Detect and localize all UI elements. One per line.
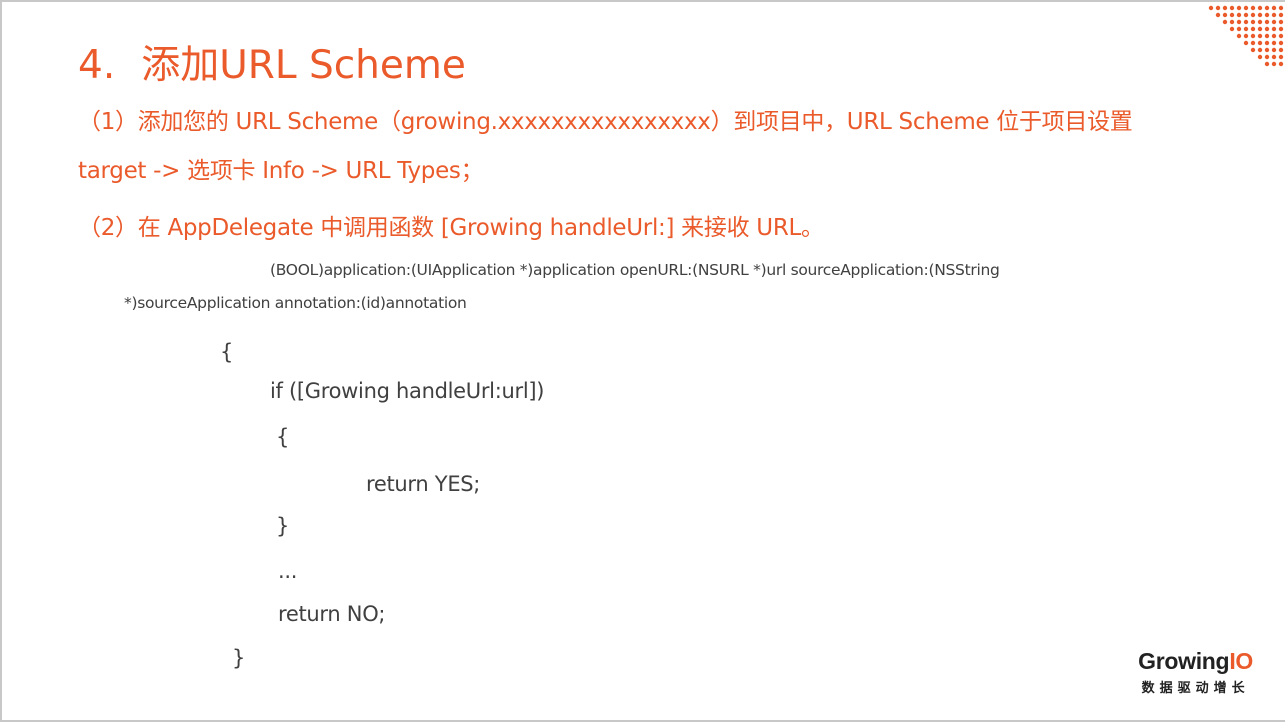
code-line-6: return YES; bbox=[366, 472, 481, 496]
code-line-10: } bbox=[232, 646, 246, 670]
decoration-dot bbox=[1257, 33, 1263, 39]
decoration-dot bbox=[1271, 61, 1277, 67]
decoration-dot bbox=[1257, 40, 1263, 46]
decoration-dot bbox=[1236, 12, 1242, 18]
decoration-dot bbox=[1264, 61, 1270, 67]
decoration-dot bbox=[1222, 5, 1228, 11]
decoration-dot bbox=[1250, 12, 1256, 18]
step1-line2: target -> 选项卡 Info -> URL Types； bbox=[78, 158, 484, 184]
decoration-dot bbox=[1236, 33, 1242, 39]
decoration-dot bbox=[1250, 33, 1256, 39]
decoration-dot bbox=[1236, 19, 1242, 25]
decoration-dot bbox=[1257, 5, 1263, 11]
decoration-dot bbox=[1271, 33, 1277, 39]
decoration-dot bbox=[1264, 5, 1270, 11]
decoration-dot bbox=[1271, 40, 1277, 46]
decoration-dot bbox=[1243, 5, 1249, 11]
title-number: 4. bbox=[78, 43, 116, 88]
decoration-dot bbox=[1215, 5, 1221, 11]
code-line-7: } bbox=[276, 514, 290, 538]
decoration-dot bbox=[1243, 19, 1249, 25]
decoration-dot bbox=[1229, 19, 1235, 25]
decoration-dot bbox=[1278, 61, 1284, 67]
decoration-dot bbox=[1278, 40, 1284, 46]
decoration-dot bbox=[1243, 12, 1249, 18]
decoration-dot bbox=[1243, 40, 1249, 46]
decoration-dot bbox=[1264, 12, 1270, 18]
decoration-dot bbox=[1222, 19, 1228, 25]
title-text: 添加URL Scheme bbox=[141, 43, 466, 88]
code-line-2: *)sourceApplication annotation:(id)annot… bbox=[124, 294, 467, 312]
decoration-dot bbox=[1264, 33, 1270, 39]
code-line-8: ... bbox=[278, 559, 298, 583]
decoration-dot bbox=[1278, 47, 1284, 53]
decoration-dot bbox=[1278, 5, 1284, 11]
decoration-dot bbox=[1271, 26, 1277, 32]
decoration-dot bbox=[1278, 33, 1284, 39]
decoration-dot bbox=[1271, 12, 1277, 18]
decoration-dot bbox=[1250, 26, 1256, 32]
decoration-dot bbox=[1278, 12, 1284, 18]
decoration-dot bbox=[1250, 5, 1256, 11]
code-line-5: { bbox=[276, 425, 290, 449]
code-line-4: if ([Growing handleUrl:url]) bbox=[270, 379, 545, 403]
decoration-dot bbox=[1243, 26, 1249, 32]
decoration-dot bbox=[1257, 47, 1263, 53]
decoration-dot bbox=[1271, 19, 1277, 25]
step1-line1: （1）添加您的 URL Scheme（growing.xxxxxxxxxxxxx… bbox=[78, 109, 1133, 135]
decoration-dot bbox=[1208, 5, 1214, 11]
decoration-dot bbox=[1250, 40, 1256, 46]
decoration-dot bbox=[1236, 5, 1242, 11]
decoration-dot bbox=[1229, 26, 1235, 32]
decoration-dot bbox=[1257, 26, 1263, 32]
decoration-dot bbox=[1264, 19, 1270, 25]
decoration-dot bbox=[1236, 26, 1242, 32]
decoration-dot bbox=[1257, 54, 1263, 60]
decoration-dot bbox=[1264, 47, 1270, 53]
decoration-dot bbox=[1215, 12, 1221, 18]
decoration-dot bbox=[1271, 47, 1277, 53]
logo-tagline: 数据驱动增长 bbox=[1141, 681, 1250, 696]
decoration-dot bbox=[1278, 26, 1284, 32]
step2-line: （2）在 AppDelegate 中调用函数 [Growing handleUr… bbox=[78, 215, 824, 241]
decoration-dot bbox=[1278, 54, 1284, 60]
decoration-dot bbox=[1257, 19, 1263, 25]
decoration-dot bbox=[1243, 33, 1249, 39]
dot-grid-decoration-icon bbox=[1208, 5, 1284, 67]
decoration-dot bbox=[1250, 19, 1256, 25]
code-line-9: return NO; bbox=[278, 602, 386, 626]
decoration-dot bbox=[1250, 47, 1256, 53]
decoration-dot bbox=[1229, 5, 1235, 11]
slide: 4. 添加URL Scheme （1）添加您的 URL Scheme（growin… bbox=[0, 0, 1285, 722]
decoration-dot bbox=[1278, 19, 1284, 25]
decoration-dot bbox=[1257, 12, 1263, 18]
decoration-dot bbox=[1264, 54, 1270, 60]
decoration-dot bbox=[1271, 5, 1277, 11]
slide-title: 4. 添加URL Scheme bbox=[78, 34, 466, 90]
logo-wordmark: GrowingIO bbox=[1138, 648, 1253, 674]
code-line-1: (BOOL)application:(UIApplication *)appli… bbox=[270, 261, 1000, 279]
decoration-dot bbox=[1264, 40, 1270, 46]
decoration-dot bbox=[1222, 12, 1228, 18]
decoration-dot bbox=[1271, 54, 1277, 60]
growingio-logo: GrowingIO 数据驱动增长 bbox=[1138, 648, 1253, 696]
code-line-3: { bbox=[220, 340, 234, 364]
decoration-dot bbox=[1264, 26, 1270, 32]
decoration-dot bbox=[1229, 12, 1235, 18]
